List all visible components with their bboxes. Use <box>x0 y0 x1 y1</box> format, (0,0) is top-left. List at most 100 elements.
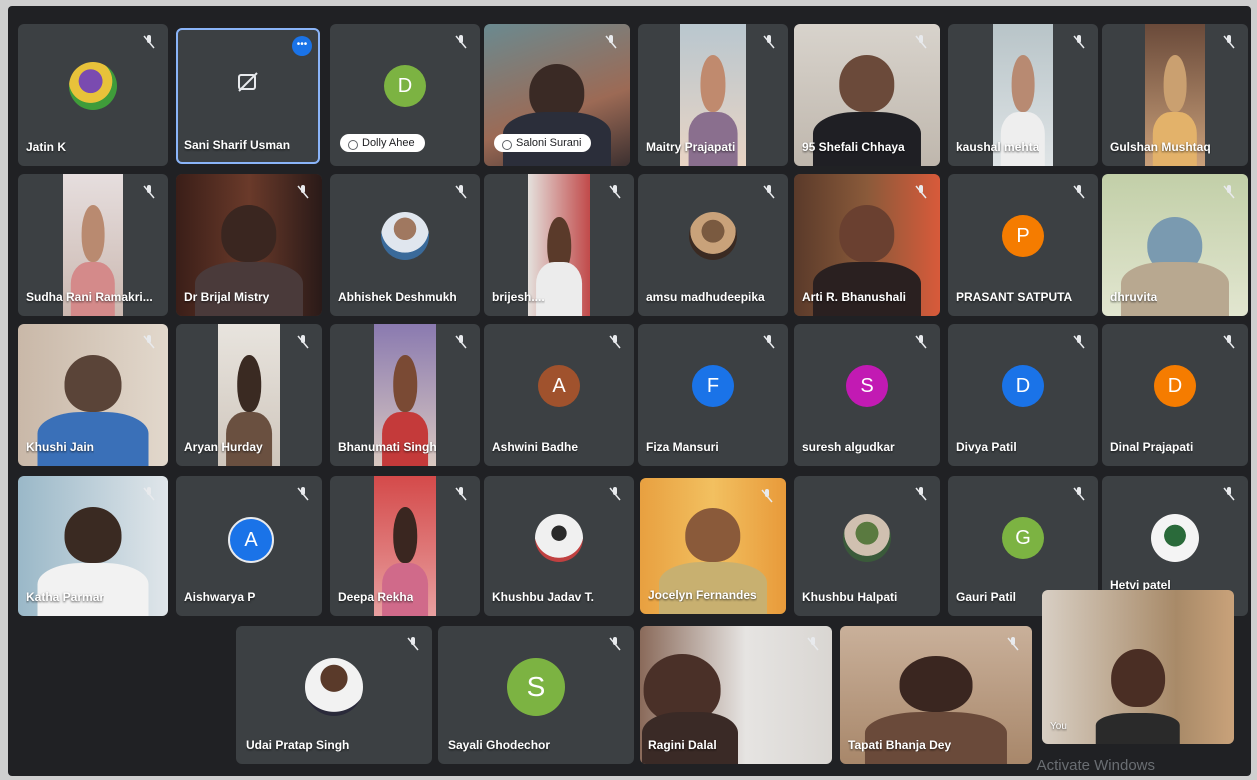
participant-tile[interactable]: Gulshan Mushtaq <box>1102 24 1248 166</box>
person-silhouette <box>1111 648 1165 708</box>
mic-off-icon <box>915 35 927 49</box>
participant-name: Sani Sharif Usman <box>184 138 291 152</box>
mic-off-icon <box>1223 35 1235 49</box>
mic-off-icon <box>763 335 775 349</box>
mic-off-icon <box>761 489 773 503</box>
participant-tile[interactable]: Khushbu Jadav T. <box>484 476 634 616</box>
mic-off-icon <box>455 335 467 349</box>
participant-tile[interactable]: Bhanumati Singh <box>330 324 480 466</box>
avatar <box>689 212 737 261</box>
mic-off-icon <box>297 335 309 349</box>
mic-off-icon <box>455 35 467 49</box>
participant-tile[interactable]: Arti R. Bhanushali <box>794 174 940 316</box>
participant-name: Tapati Bhanja Dey <box>848 738 952 752</box>
mic-off-icon <box>143 487 155 501</box>
participant-name: Arti R. Bhanushali <box>802 290 907 304</box>
person-silhouette <box>393 355 417 413</box>
participant-name: Aishwarya P <box>184 590 256 604</box>
mic-off-icon <box>763 35 775 49</box>
participant-name: Bhanumati Singh <box>338 440 437 454</box>
participant-tile[interactable]: S Sayali Ghodechor <box>438 626 634 764</box>
participant-tile[interactable]: Khushbu Halpati <box>794 476 940 616</box>
participant-tile[interactable]: Jatin K <box>18 24 168 166</box>
participant-tile[interactable]: Maitry Prajapati <box>638 24 788 166</box>
mic-off-icon <box>1223 487 1235 501</box>
participant-name: Maitry Prajapati <box>646 140 736 154</box>
mic-off-icon <box>609 487 621 501</box>
mic-off-icon <box>915 487 927 501</box>
mic-off-icon <box>609 335 621 349</box>
participant-tile[interactable]: Dr Brijal Mistry <box>176 174 322 316</box>
mic-off-icon <box>455 487 467 501</box>
participant-tile[interactable]: Saloni Surani <box>484 24 630 166</box>
participant-tile[interactable]: 95 Shefali Chhaya <box>794 24 940 166</box>
participant-name: Khushbu Halpati <box>802 590 898 604</box>
participant-tile[interactable]: Aryan Hurday <box>176 324 322 466</box>
participant-tile[interactable]: P PRASANT SATPUTA <box>948 174 1098 316</box>
participant-tile[interactable]: dhruvita <box>1102 174 1248 316</box>
participant-name: Saloni Surani <box>494 134 592 152</box>
participant-tile[interactable]: Deepa Rekha <box>330 476 480 616</box>
mic-off-icon <box>1223 335 1235 349</box>
mic-off-icon <box>915 185 927 199</box>
avatar <box>843 513 891 562</box>
participant-tile[interactable]: Jocelyn Fernandes <box>640 478 786 614</box>
avatar: D <box>1002 365 1044 408</box>
participant-tile[interactable]: kaushal mehta <box>948 24 1098 166</box>
participant-name: Khushbu Jadav T. <box>492 590 595 604</box>
mic-off-icon <box>297 487 309 501</box>
person-silhouette <box>839 55 895 113</box>
mic-off-icon <box>605 35 617 49</box>
participant-name: Fiza Mansuri <box>646 440 719 454</box>
person-silhouette <box>899 656 973 712</box>
participant-name: PRASANT SATPUTA <box>956 290 1073 304</box>
participant-tile[interactable]: Tapati Bhanja Dey <box>840 626 1032 764</box>
participant-tile[interactable]: A Aishwarya P <box>176 476 322 616</box>
avatar: D <box>384 65 426 108</box>
participant-tile[interactable]: Katha Parmar <box>18 476 168 616</box>
participant-name: Deepa Rekha <box>338 590 414 604</box>
avatar <box>535 513 583 562</box>
participant-name: Jatin K <box>26 140 67 154</box>
camera-off-icon <box>238 72 258 93</box>
participant-tile[interactable]: D Divya Patil <box>948 324 1098 466</box>
participant-tile[interactable]: Udai Pratap Singh <box>236 626 432 764</box>
person-silhouette <box>685 507 741 563</box>
mic-off-icon <box>1073 487 1085 501</box>
participant-name: Khushi Jain <box>26 440 95 454</box>
mic-off-icon <box>807 637 819 651</box>
participant-tile[interactable]: F Fiza Mansuri <box>638 324 788 466</box>
person-silhouette <box>64 506 122 563</box>
participant-tile[interactable]: brijesh.... <box>484 174 634 316</box>
person-silhouette <box>81 205 105 263</box>
participant-tile[interactable]: ••• Sani Sharif Usman <box>176 28 320 164</box>
participant-tile[interactable]: A Ashwini Badhe <box>484 324 634 466</box>
more-options-icon[interactable]: ••• <box>292 36 312 56</box>
participant-name: Ragini Dalal <box>648 738 717 752</box>
participant-name: dhruvita <box>1110 290 1158 304</box>
participant-name: suresh algudkar <box>802 440 895 454</box>
person-silhouette <box>1011 55 1035 113</box>
participant-tile[interactable]: Khushi Jain <box>18 324 168 466</box>
participant-tile[interactable]: S suresh algudkar <box>794 324 940 466</box>
mic-off-icon <box>763 185 775 199</box>
mic-off-icon <box>915 335 927 349</box>
participant-name: brijesh.... <box>492 290 545 304</box>
avatar: A <box>538 365 580 408</box>
participant-tile[interactable]: D Dinal Prajapati <box>1102 324 1248 466</box>
self-view-tile[interactable]: You <box>1042 590 1234 744</box>
activate-windows-watermark: Activate Windows <box>1036 757 1155 774</box>
participant-name: amsu madhudeepika <box>646 290 765 304</box>
participant-name: Dolly Ahee <box>340 134 425 152</box>
mic-off-icon <box>609 637 621 651</box>
participant-tile[interactable]: Sudha Rani Ramakri... <box>18 174 168 316</box>
participant-name: Abhishek Deshmukh <box>338 290 457 304</box>
participant-tile[interactable]: amsu madhudeepika <box>638 174 788 316</box>
participant-name: Dr Brijal Mistry <box>184 290 270 304</box>
mic-off-icon <box>143 35 155 49</box>
participant-name: You <box>1050 721 1067 732</box>
participant-tile[interactable]: Abhishek Deshmukh <box>330 174 480 316</box>
participant-name: Ashwini Badhe <box>492 440 579 454</box>
participant-tile[interactable]: D Dolly Ahee <box>330 24 480 166</box>
participant-tile[interactable]: Ragini Dalal <box>640 626 832 764</box>
